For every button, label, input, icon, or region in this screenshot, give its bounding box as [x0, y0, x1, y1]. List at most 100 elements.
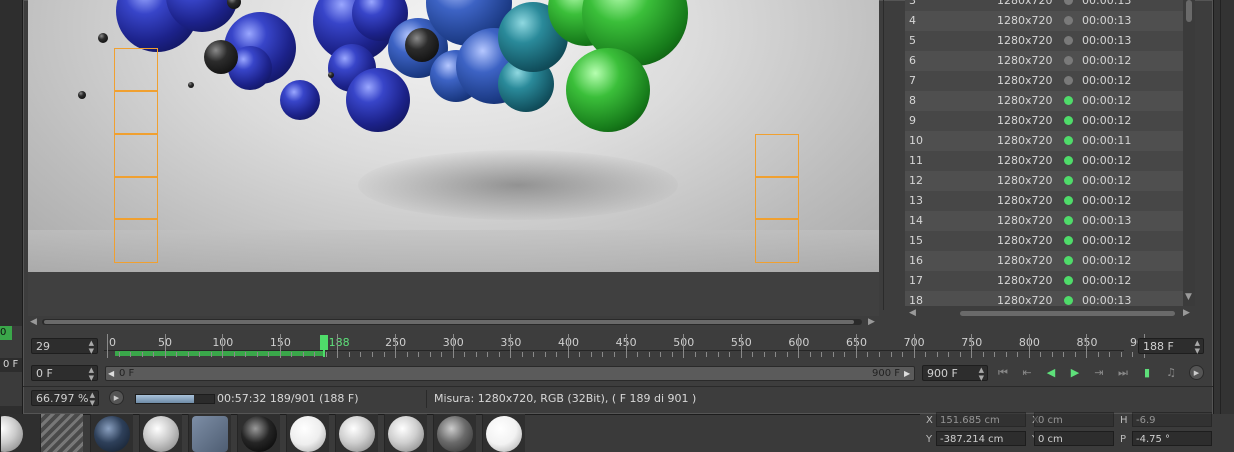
play-forward-icon[interactable]: ▶ — [1067, 365, 1083, 381]
render-list-row[interactable]: 3 1280x720 00:00:13 — [905, 0, 1183, 11]
range-right-handle-icon[interactable]: ▶ — [904, 367, 910, 380]
material-slot[interactable] — [139, 414, 182, 452]
material-preview-white — [1, 416, 23, 452]
coord-field[interactable]: -6.9 — [1132, 412, 1212, 427]
material-slot[interactable] — [237, 414, 280, 452]
go-to-start-icon[interactable]: ⏮ — [995, 365, 1011, 381]
spinner-arrows-icon[interactable]: ▲ ▼ — [89, 366, 94, 382]
render-list-row[interactable]: 17 1280x720 00:00:12 — [905, 271, 1183, 291]
panel-splitter[interactable] — [883, 0, 884, 310]
material-slot[interactable] — [188, 414, 231, 452]
current-frame-field[interactable]: 188 F ▲ ▼ — [1138, 338, 1204, 355]
spinner-arrows-icon[interactable]: ▲ ▼ — [1195, 339, 1200, 355]
current-frame-handle[interactable] — [319, 335, 328, 350]
frame-number: 18 — [909, 294, 923, 306]
frame-number: 14 — [909, 214, 923, 227]
timeline-tick — [717, 352, 719, 357]
render-status-icon — [1064, 176, 1073, 185]
scroll-left-arrow-icon[interactable]: ◀ — [909, 308, 916, 318]
material-slot[interactable] — [0, 414, 41, 452]
timeline-tick — [291, 352, 293, 357]
scroll-right-arrow-icon[interactable]: ▶ — [868, 317, 875, 327]
frame-range-slider[interactable]: ◀ 0 F 900 F ▶ — [105, 366, 915, 381]
timeline-tick — [498, 352, 500, 357]
viewport-horizontal-scrollbar[interactable]: ◀ ▶ — [28, 316, 879, 328]
loop-mode-icon[interactable]: ▮ — [1139, 365, 1155, 381]
timeline-tick — [233, 352, 235, 357]
timeline-tick — [383, 352, 385, 357]
spinner-arrows-icon[interactable]: ▲ ▼ — [979, 366, 984, 382]
render-status-icon — [1064, 36, 1073, 45]
render-time: 00:00:12 — [1082, 94, 1132, 107]
coord-field[interactable]: 0 cm — [1034, 412, 1114, 427]
render-list-row[interactable]: 6 1280x720 00:00:12 — [905, 51, 1183, 71]
material-slot[interactable] — [482, 414, 525, 452]
timeline-tick — [740, 334, 742, 358]
zoom-options-arrow-icon[interactable]: ▶ — [109, 390, 124, 405]
history-vertical-scrollbar[interactable]: ▼ — [1183, 0, 1195, 306]
background-frame-marker: 0 — [0, 326, 12, 340]
timeline-tick — [418, 352, 420, 357]
coord-field[interactable]: 151.685 cm — [936, 412, 1026, 427]
material-slot[interactable] — [433, 414, 476, 452]
position-y-field[interactable]: -387.214 cm — [936, 431, 1026, 446]
scroll-down-arrow-icon[interactable]: ▼ — [1185, 292, 1192, 302]
coordinate-manager: X 151.685 cm X 0 cm H -6.9 Y -387.214 cm… — [920, 412, 1234, 452]
render-list-row[interactable]: 12 1280x720 00:00:12 — [905, 171, 1183, 191]
scale-y-field[interactable]: 0 cm — [1034, 431, 1114, 446]
status-separator — [23, 386, 1213, 387]
scroll-left-arrow-icon[interactable]: ◀ — [30, 317, 37, 327]
render-list-row[interactable]: 15 1280x720 00:00:12 — [905, 231, 1183, 251]
scroll-right-arrow-icon[interactable]: ▶ — [1183, 308, 1190, 318]
render-list-row[interactable]: 7 1280x720 00:00:12 — [905, 71, 1183, 91]
background-divider — [1220, 0, 1221, 452]
material-preview-white — [388, 416, 424, 452]
render-list-row[interactable]: 4 1280x720 00:00:13 — [905, 11, 1183, 31]
frame-resolution: 1280x720 — [997, 294, 1053, 306]
fps-field[interactable]: 29 ▲ ▼ — [31, 338, 98, 355]
fps-value: 29 — [36, 340, 50, 353]
sound-icon[interactable]: ♫ — [1163, 365, 1179, 381]
safe-frame-box — [114, 48, 158, 92]
render-list-row[interactable]: 14 1280x720 00:00:13 — [905, 211, 1183, 231]
spinner-arrows-icon[interactable]: ▲ ▼ — [90, 391, 95, 407]
frame-resolution: 1280x720 — [997, 174, 1053, 187]
rotation-p-field[interactable]: -4.75 ° — [1132, 431, 1212, 446]
material-slot[interactable] — [90, 414, 133, 452]
scroll-thumb[interactable] — [44, 320, 854, 324]
play-backward-icon[interactable]: ◀ — [1043, 365, 1059, 381]
go-to-end-icon[interactable]: ⏭ — [1115, 365, 1131, 381]
render-list-row[interactable]: 9 1280x720 00:00:12 — [905, 111, 1183, 131]
options-arrow-icon[interactable]: ▶ — [1189, 365, 1204, 380]
material-slot[interactable] — [335, 414, 378, 452]
material-slot[interactable] — [286, 414, 329, 452]
start-frame-field[interactable]: 0 F ▲ ▼ — [31, 365, 98, 382]
scroll-thumb[interactable] — [960, 311, 1175, 316]
next-key-icon[interactable]: ⇥ — [1091, 365, 1107, 381]
scroll-thumb[interactable] — [1186, 0, 1192, 22]
render-list-row[interactable]: 18 1280x720 00:00:13 — [905, 291, 1183, 306]
render-list-row[interactable]: 13 1280x720 00:00:12 — [905, 191, 1183, 211]
render-list-row[interactable]: 5 1280x720 00:00:13 — [905, 31, 1183, 51]
timeline-tick — [107, 334, 108, 358]
render-list-row[interactable]: 16 1280x720 00:00:12 — [905, 251, 1183, 271]
range-left-handle-icon[interactable]: ◀ — [108, 367, 114, 380]
timeline-tick — [878, 352, 880, 357]
render-list-row[interactable]: 11 1280x720 00:00:12 — [905, 151, 1183, 171]
timeline-tick — [452, 334, 454, 358]
end-frame-field[interactable]: 900 F ▲ ▼ — [922, 365, 988, 382]
material-slot[interactable] — [40, 414, 83, 452]
timeline-tick — [936, 352, 938, 357]
background-frame-field[interactable]: 0 F — [0, 358, 22, 372]
timeline-tick — [1063, 352, 1065, 357]
timeline-tick — [118, 352, 120, 357]
material-slot[interactable] — [384, 414, 427, 452]
render-list-row[interactable]: 8 1280x720 00:00:12 — [905, 91, 1183, 111]
history-horizontal-scrollbar[interactable]: ◀ ▶ — [905, 307, 1195, 319]
timeline-ruler[interactable]: 188 050100150250300350400450500550600650… — [104, 334, 1151, 360]
previous-key-icon[interactable]: ⇤ — [1019, 365, 1035, 381]
timeline-tick — [579, 352, 581, 357]
spinner-arrows-icon[interactable]: ▲ ▼ — [89, 339, 94, 355]
render-list-row[interactable]: 10 1280x720 00:00:11 — [905, 131, 1183, 151]
zoom-field[interactable]: 66.797 % ▲ ▼ — [31, 390, 99, 407]
